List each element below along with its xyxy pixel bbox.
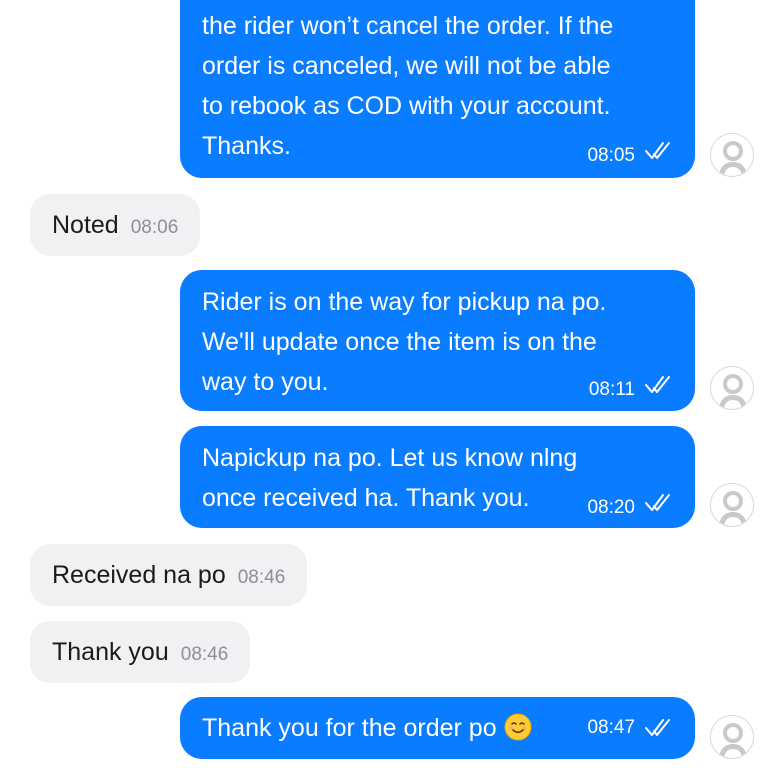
outgoing-message-bubble[interactable]: Thank you for the order po 08:47 — [180, 697, 695, 759]
message-line: We'll update once the item is on the — [202, 328, 597, 356]
outgoing-message-bubble[interactable]: Rider is on the way for pickup na po. We… — [180, 270, 695, 411]
message-text: Received na po — [52, 561, 226, 589]
message-timestamp: 08:20 — [587, 497, 635, 518]
user-avatar-icon[interactable] — [710, 483, 754, 527]
message-line: order is canceled, we will not be able — [202, 52, 611, 80]
message-text: Thank you — [52, 638, 169, 666]
user-avatar-icon[interactable] — [710, 366, 754, 410]
outgoing-message-bubble[interactable]: Napickup na po. Let us know nlng once re… — [180, 426, 695, 528]
message-line: to rebook as COD with your account. — [202, 92, 611, 120]
message-line: Napickup na po. Let us know nlng — [202, 444, 578, 472]
message-line: Rider is on the way for pickup na po. — [202, 288, 607, 316]
user-avatar-icon[interactable] — [710, 715, 754, 759]
message-text: Noted — [52, 211, 119, 239]
message-text: Thank you for the order po — [202, 714, 497, 742]
double-check-icon — [645, 374, 671, 396]
incoming-message-bubble[interactable]: Noted 08:06 — [30, 194, 201, 256]
incoming-message-bubble[interactable]: Received na po 08:46 — [30, 544, 308, 606]
message-timestamp: 08:11 — [588, 379, 635, 400]
outgoing-message-bubble[interactable]: the rider won’t cancel the order. If the… — [180, 0, 695, 178]
user-avatar-icon[interactable] — [710, 133, 754, 177]
smiling-face-emoji-icon — [504, 713, 532, 741]
message-timestamp: 08:05 — [587, 145, 635, 166]
incoming-message-bubble[interactable]: Thank you 08:46 — [30, 621, 251, 683]
double-check-icon — [645, 140, 671, 162]
double-check-icon — [645, 717, 671, 739]
message-timestamp: 08:06 — [130, 217, 179, 238]
message-timestamp: 08:47 — [587, 717, 635, 738]
message-timestamp: 08:46 — [237, 567, 286, 588]
message-line: the rider won’t cancel the order. If the — [202, 12, 614, 40]
double-check-icon — [645, 492, 671, 514]
message-timestamp: 08:46 — [180, 644, 229, 665]
